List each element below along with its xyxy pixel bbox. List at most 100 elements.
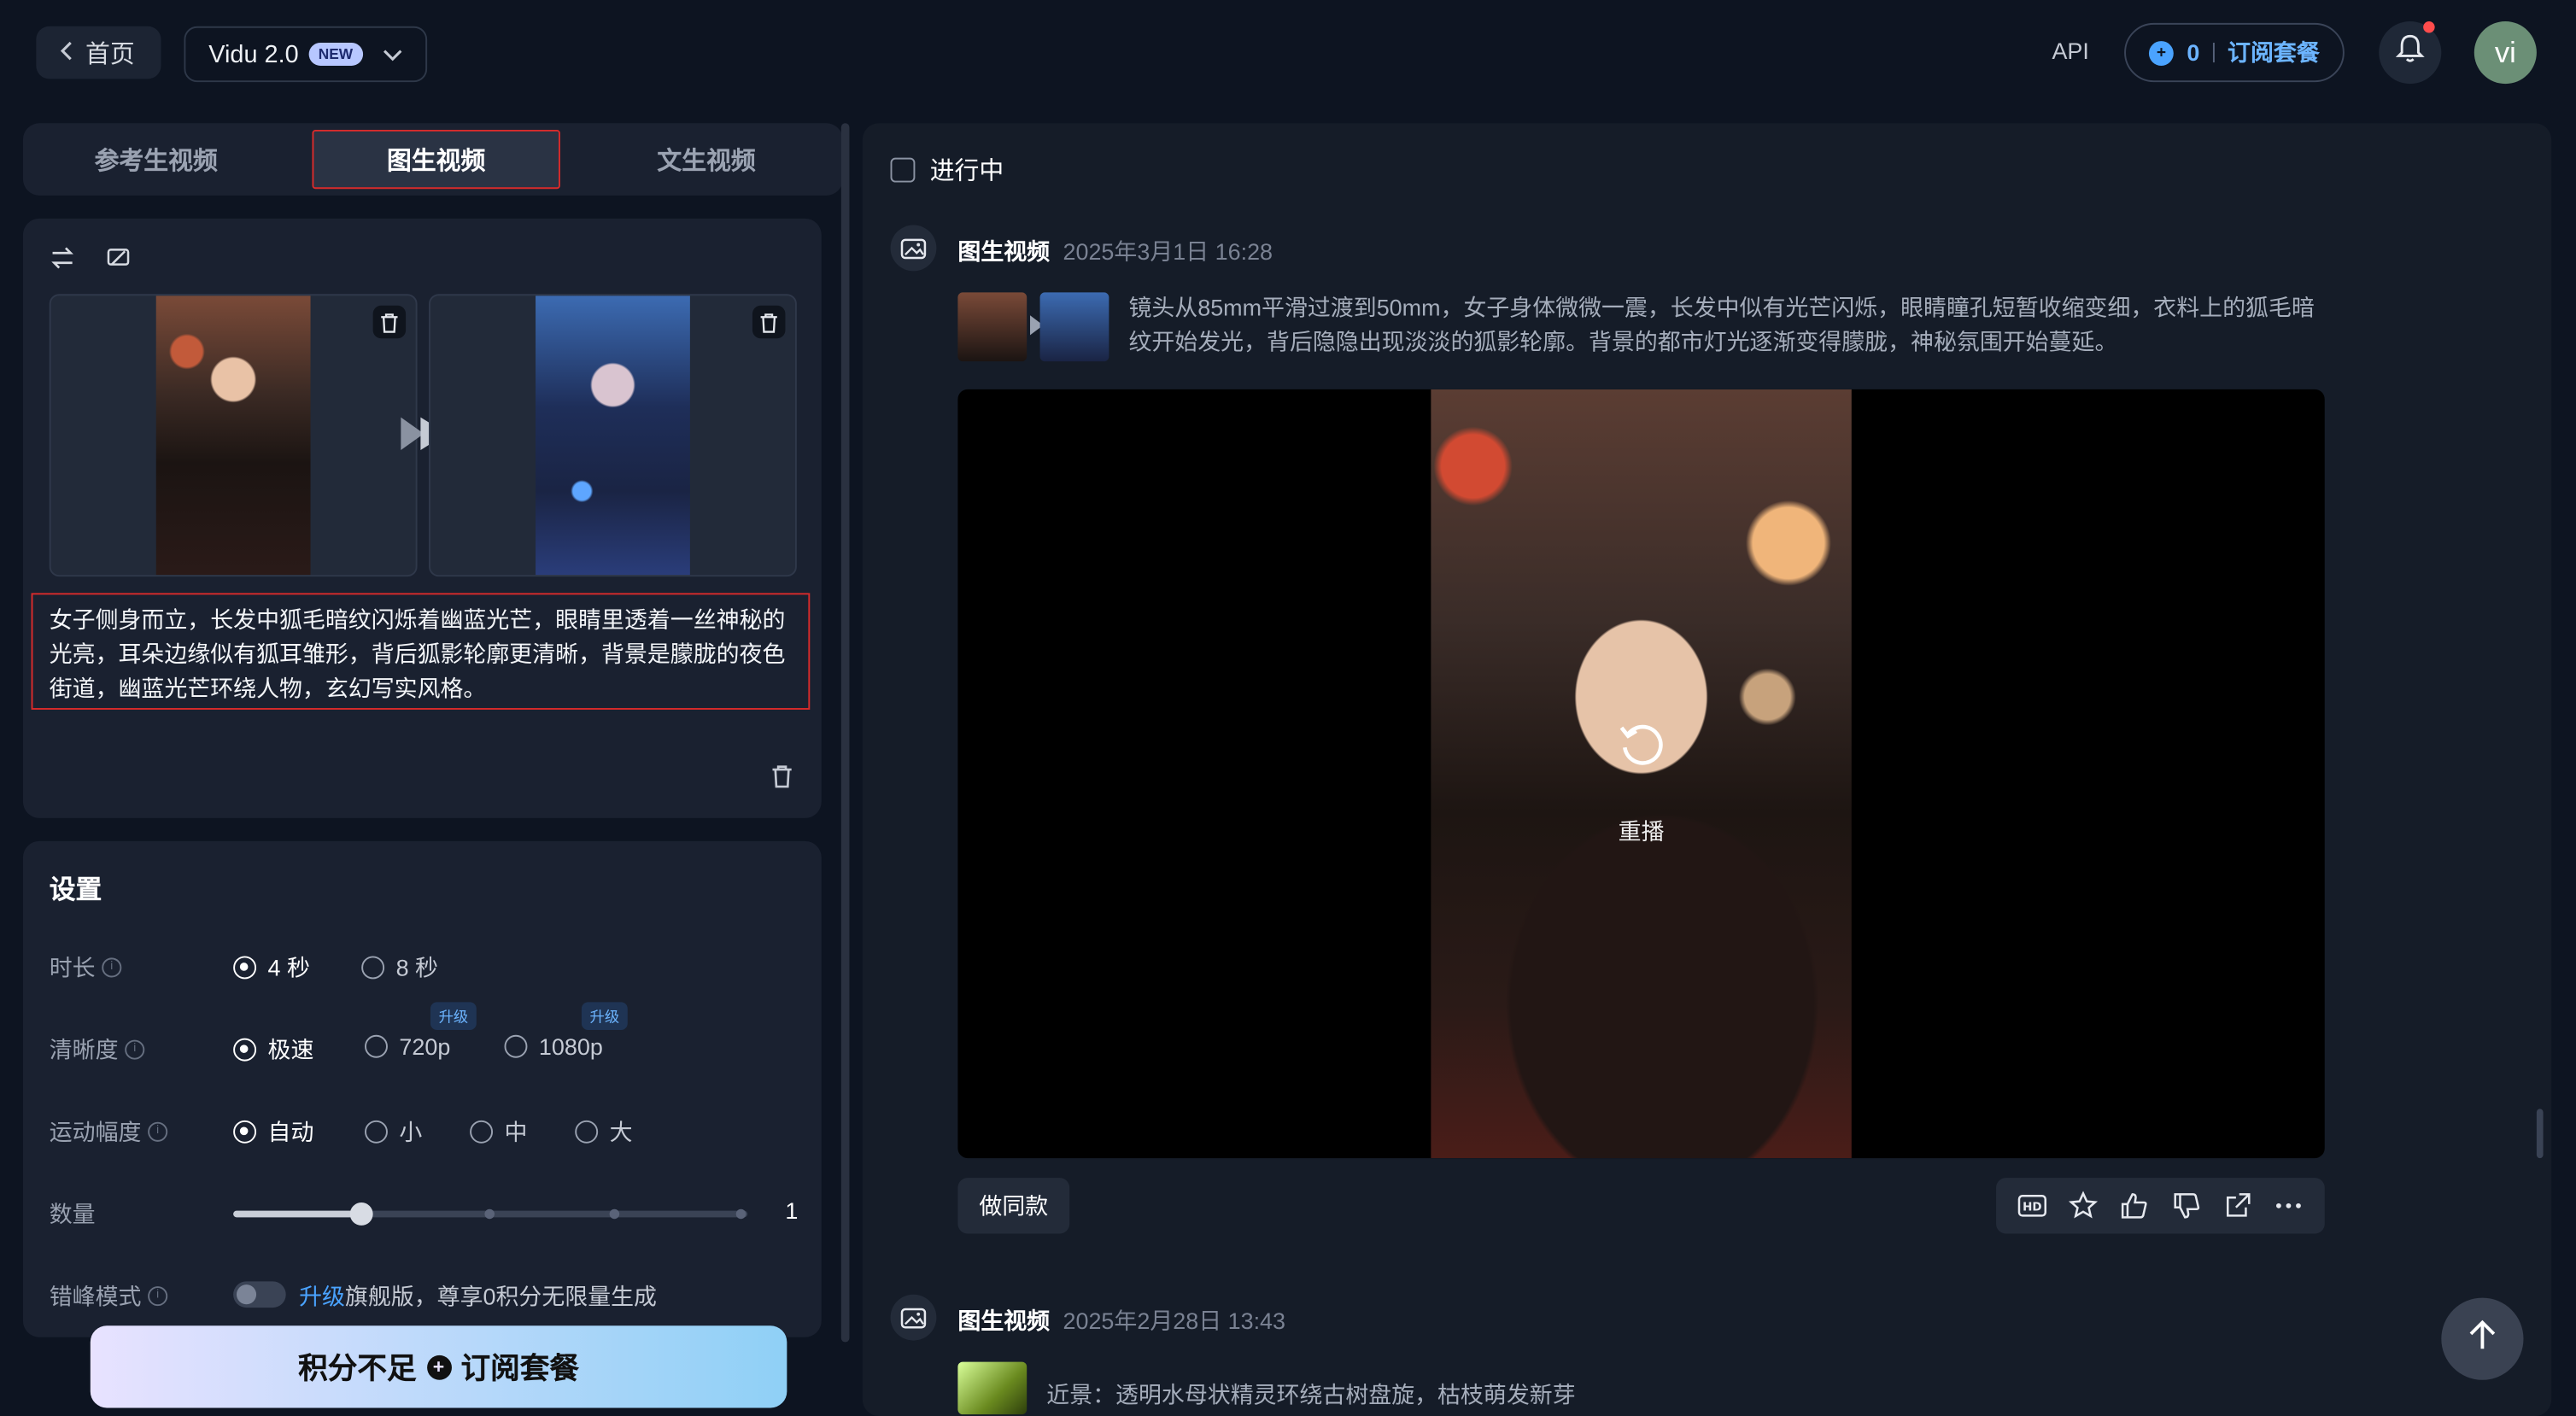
slider-tick	[609, 1208, 620, 1220]
option-label: 极速	[267, 1036, 314, 1063]
left-scrollbar[interactable]	[840, 123, 850, 1343]
api-link[interactable]: API	[2052, 38, 2088, 64]
start-frame-image	[155, 295, 311, 576]
replay-label[interactable]: 重播	[1619, 815, 1665, 847]
entry-type: 图生视频	[957, 237, 1051, 265]
divider	[2212, 43, 2215, 63]
trash-icon[interactable]	[372, 305, 407, 339]
thumbs-down-icon[interactable]	[2168, 1188, 2204, 1224]
checkbox[interactable]	[890, 157, 916, 183]
in-progress-filter[interactable]: 进行中	[890, 153, 1004, 187]
entry-thumbnails[interactable]	[957, 292, 1109, 362]
star-icon[interactable]	[2065, 1188, 2101, 1224]
entry-time: 2025年3月1日 16:28	[1063, 237, 1273, 265]
option-label: 8 秒	[395, 954, 438, 981]
entry-title: 图生视频 2025年3月1日 16:28	[957, 235, 1273, 267]
motion-option-small[interactable]: 小	[365, 1115, 422, 1148]
motion-option-auto[interactable]: 自动	[233, 1115, 313, 1148]
radio	[470, 1120, 494, 1144]
arrow-up-icon	[2468, 1319, 2497, 1360]
radio	[365, 1120, 388, 1144]
swap-icon[interactable]	[50, 245, 76, 272]
offpeak-note: 旗舰版，尊享0积分无限量生成	[344, 1283, 658, 1310]
make-same-button[interactable]: 做同款	[957, 1178, 1070, 1234]
avatar[interactable]: vi	[2474, 21, 2537, 85]
entry-thumbnail[interactable]	[957, 1361, 1027, 1415]
quantity-value: 1	[785, 1197, 799, 1225]
hd-icon[interactable]: HD	[2014, 1188, 2050, 1224]
crop-icon[interactable]	[105, 245, 132, 272]
subscribe-label: 订阅套餐	[2228, 39, 2320, 66]
trash-icon[interactable]	[752, 305, 786, 339]
tab-reference-video[interactable]: 参考生视频	[39, 130, 272, 189]
motion-label: 运动幅度	[49, 1118, 142, 1145]
motion-label-row: 运动幅度 i	[49, 1115, 168, 1148]
settings-panel: 设置 时长 i 4 秒 8 秒 升级 升级 清晰度 i 极速 720p 1080p …	[22, 840, 822, 1337]
model-select[interactable]: Vidu 2.0 NEW	[184, 26, 427, 83]
scroll-to-top-button[interactable]	[2441, 1297, 2524, 1380]
image-icon	[890, 225, 937, 272]
slider-tick	[735, 1208, 746, 1220]
video-frame	[1431, 389, 1852, 1159]
radio	[233, 1120, 257, 1144]
bell-icon	[2395, 32, 2425, 73]
resolution-label-row: 清晰度 i	[50, 1033, 145, 1066]
radio	[361, 956, 385, 980]
plus-coin-icon: +	[2149, 40, 2174, 65]
offpeak-note-row: 升级 旗舰版，尊享0积分无限量生成	[299, 1279, 657, 1312]
video-player[interactable]: 重播	[957, 389, 2325, 1159]
mode-tabs: 参考生视频 图生视频 文生视频	[22, 123, 843, 196]
chevron-left-icon	[59, 38, 75, 67]
svg-text:HD: HD	[2022, 1202, 2040, 1214]
quantity-slider[interactable]	[233, 1202, 748, 1226]
motion-option-medium[interactable]: 中	[470, 1115, 527, 1148]
chevron-down-icon	[383, 40, 402, 68]
feed-scrollbar[interactable]	[2536, 1109, 2544, 1159]
info-icon: i	[102, 957, 122, 978]
duration-option-4s[interactable]: 4 秒	[233, 951, 310, 984]
upgrade-tag: 升级	[581, 1002, 628, 1031]
upgrade-link[interactable]: 升级	[299, 1279, 345, 1312]
option-label: 自动	[267, 1118, 314, 1145]
option-label: 720p	[399, 1033, 451, 1060]
offpeak-label-row: 错峰模式 i	[50, 1279, 168, 1312]
resolution-option-1080p[interactable]: 1080p	[504, 1033, 603, 1060]
quantity-label: 数量	[49, 1201, 96, 1227]
subscribe-cta-button[interactable]: 积分不足 + 订阅套餐	[90, 1325, 787, 1408]
resolution-label: 清晰度	[49, 1036, 119, 1063]
replay-icon[interactable]	[1615, 718, 1668, 771]
app-root: 首页 Vidu 2.0 NEW API + 0 订阅套餐 vi 参考生视频 图生…	[0, 0, 2576, 1416]
tab-text-to-video[interactable]: 文生视频	[590, 130, 823, 189]
notification-dot	[2423, 21, 2435, 33]
more-icon[interactable]	[2271, 1188, 2307, 1224]
thumbnail-start	[957, 292, 1027, 362]
cta-label-left: 积分不足	[298, 1352, 417, 1385]
duration-option-8s[interactable]: 8 秒	[361, 951, 438, 984]
option-label: 4 秒	[267, 954, 310, 981]
entry-time: 2025年2月28日 13:43	[1063, 1308, 1286, 1334]
option-label: 小	[399, 1118, 423, 1145]
start-frame-card[interactable]	[49, 294, 418, 577]
home-button[interactable]: 首页	[36, 26, 161, 79]
trash-icon[interactable]	[770, 764, 793, 796]
slider-fill	[233, 1210, 362, 1218]
radio	[233, 1038, 257, 1062]
share-icon[interactable]	[2220, 1188, 2256, 1224]
credits-value: 0	[2187, 39, 2200, 66]
end-frame-card[interactable]	[429, 294, 797, 577]
credits-subscribe-button[interactable]: + 0 订阅套餐	[2124, 22, 2345, 83]
radio	[575, 1120, 599, 1144]
resolution-option-720p[interactable]: 720p	[365, 1033, 450, 1060]
slider-handle[interactable]	[349, 1202, 373, 1226]
thumbs-up-icon[interactable]	[2116, 1188, 2152, 1224]
results-feed: 进行中 图生视频 2025年3月1日 16:28 镜头从85mm平滑过渡到50mm…	[862, 123, 2552, 1416]
info-icon: i	[148, 1121, 168, 1142]
motion-option-large[interactable]: 大	[575, 1115, 633, 1148]
option-label: 大	[609, 1118, 633, 1145]
cta-label-right: 订阅套餐	[460, 1352, 580, 1385]
action-bar: HD	[1996, 1178, 2325, 1234]
prompt-input[interactable]: 女子侧身而立，长发中狐毛暗纹闪烁着幽蓝光芒，眼睛里透着一丝神秘的光亮，耳朵边缘似…	[31, 593, 811, 710]
offpeak-toggle[interactable]	[233, 1281, 286, 1308]
resolution-option-fast[interactable]: 极速	[233, 1033, 313, 1066]
tab-image-to-video[interactable]: 图生视频	[312, 129, 560, 190]
